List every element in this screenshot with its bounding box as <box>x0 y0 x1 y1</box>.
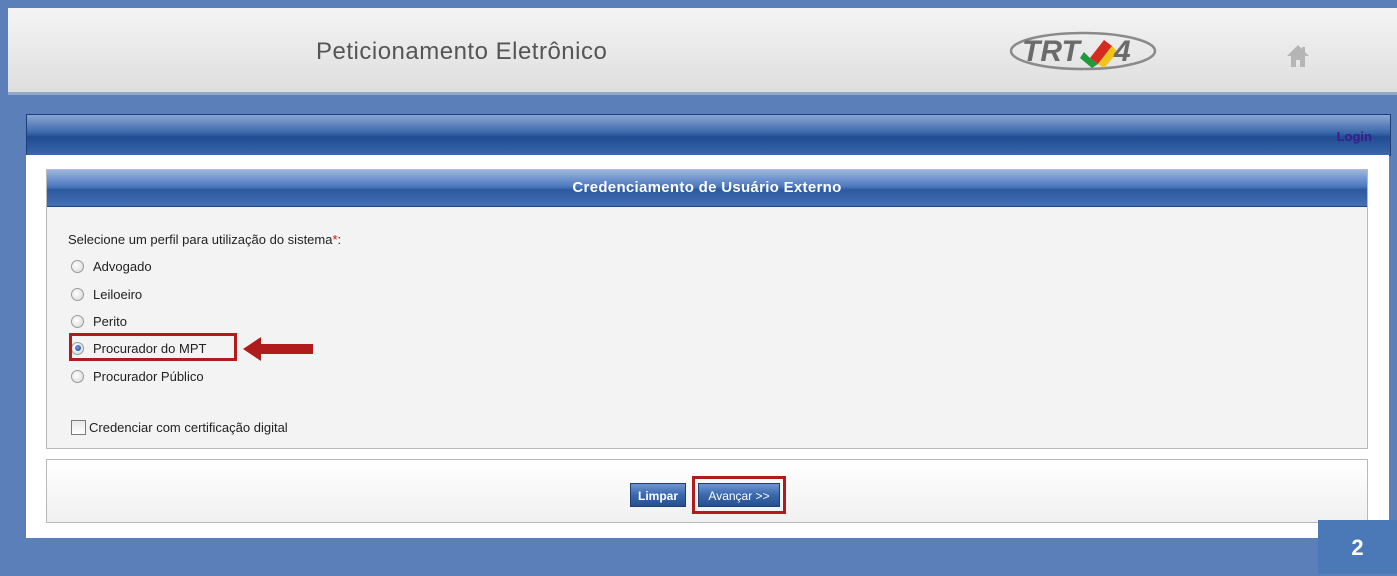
radio-label-leiloeiro: Leiloeiro <box>93 286 143 302</box>
radio-advogado[interactable] <box>71 259 84 273</box>
next-button[interactable]: Avançar >> <box>698 483 780 507</box>
step-badge: 2 <box>1318 520 1397 574</box>
trt4-logo: TRT 4 <box>1009 31 1157 71</box>
radio-leiloeiro[interactable] <box>71 287 84 301</box>
login-link[interactable]: Login <box>1337 129 1372 144</box>
svg-text:TRT: TRT <box>1022 35 1082 68</box>
selection-highlight <box>69 333 237 361</box>
app-header: Peticionamento Eletrônico TRT 4 <box>8 8 1397 95</box>
form-title: Credenciamento de Usuário Externo <box>47 170 1367 207</box>
profile-option-leiloeiro[interactable]: Leiloeiro <box>71 284 142 304</box>
digital-cert-option[interactable]: Credenciar com certificação digital <box>71 420 288 435</box>
home-icon[interactable] <box>1284 42 1312 70</box>
radio-procurador-publico[interactable] <box>71 369 84 383</box>
arrow-left-icon <box>243 337 313 361</box>
radio-label-advogado: Advogado <box>93 258 152 274</box>
prompt-suffix: : <box>337 232 342 247</box>
profile-option-advogado[interactable]: Advogado <box>71 256 152 276</box>
radio-label-perito: Perito <box>93 313 127 329</box>
radio-label-procurador-publico: Procurador Público <box>93 368 204 384</box>
digital-cert-checkbox[interactable] <box>71 420 86 435</box>
profile-prompt: Selecione um perfil para utilização do s… <box>68 232 341 247</box>
app-title: Peticionamento Eletrônico <box>316 38 608 65</box>
profile-option-procurador-publico[interactable]: Procurador Público <box>71 366 204 386</box>
digital-cert-label: Credenciar com certificação digital <box>89 420 288 435</box>
radio-perito[interactable] <box>71 314 84 328</box>
profile-option-perito[interactable]: Perito <box>71 311 127 331</box>
main-content: Credenciamento de Usuário Externo Seleci… <box>26 155 1389 538</box>
top-navbar: Login <box>26 114 1391 156</box>
svg-text:4: 4 <box>1113 35 1131 68</box>
profile-prompt-text: Selecione um perfil para utilização do s… <box>68 232 333 247</box>
clear-button[interactable]: Limpar <box>630 483 686 507</box>
credential-form-panel: Credenciamento de Usuário Externo Seleci… <box>46 169 1368 449</box>
form-actions: Limpar Avançar >> <box>46 459 1368 523</box>
